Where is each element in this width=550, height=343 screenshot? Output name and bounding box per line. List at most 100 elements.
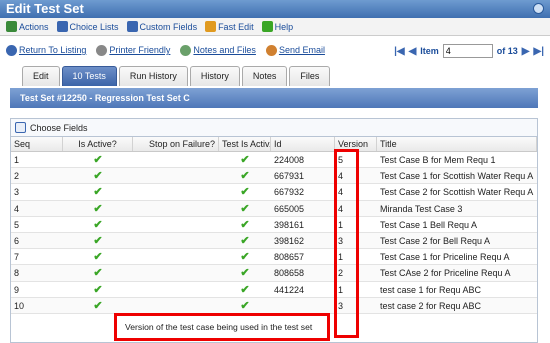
tab-files[interactable]: Files: [289, 66, 331, 86]
link-send-email[interactable]: Send Email: [265, 44, 325, 56]
title-cell[interactable]: Test Case 1 for Priceline Requ A: [377, 249, 537, 264]
choose-fields-button[interactable]: Choose Fields: [11, 119, 537, 137]
menu-item-fast-edit[interactable]: Fast Edit: [205, 21, 254, 32]
id-cell[interactable]: 808658: [271, 265, 335, 280]
checkmark-icon: ✔: [240, 170, 250, 183]
table-row[interactable]: 7 ✔ ✔ 808657 1 Test Case 1 for Priceline Requ…: [11, 249, 537, 266]
stop-on-failure-cell: [133, 184, 219, 199]
tab-10-tests[interactable]: 10 Tests: [61, 66, 117, 86]
checkmark-icon: ✔: [240, 202, 250, 215]
item-number-input[interactable]: [442, 44, 493, 58]
id-cell[interactable]: [271, 298, 335, 313]
test-is-active-cell: ✔: [219, 168, 271, 183]
id-cell[interactable]: 665005: [271, 201, 335, 216]
printer-icon: [96, 44, 108, 56]
link-label: Notes and Files: [193, 45, 256, 55]
table-row[interactable]: 6 ✔ ✔ 398162 3 Test Case 2 for Bell Requ A: [11, 232, 537, 250]
window-menu-icon[interactable]: [533, 3, 544, 14]
checkmark-icon: ✔: [93, 186, 103, 199]
menu-item-label: Choice Lists: [69, 21, 119, 32]
link-label: Printer Friendly: [109, 45, 171, 55]
grid-body: 1 ✔ ✔ 224008 5 Test Case B for Mem Requ 1 2 ✔ ✔ 6…: [11, 152, 537, 314]
last-item-icon[interactable]: ▶|: [534, 46, 545, 57]
table-row[interactable]: 1 ✔ ✔ 224008 5 Test Case B for Mem Requ 1: [11, 152, 537, 169]
stop-on-failure-cell: [133, 298, 219, 313]
seq-cell: 10: [14, 300, 25, 311]
title-cell[interactable]: Test Case B for Mem Requ 1: [377, 152, 537, 167]
title-cell[interactable]: Test Case 2 for Scottish Water Requ A: [377, 184, 537, 199]
seq-cell: 5: [14, 219, 20, 230]
checkmark-icon: ✔: [240, 234, 250, 247]
id-cell[interactable]: 667932: [271, 184, 335, 199]
seq-cell: 2: [14, 171, 20, 182]
checkmark-icon: ✔: [93, 234, 103, 247]
previous-item-icon[interactable]: ◀: [409, 46, 417, 57]
title-cell[interactable]: test case 1 for Requ ABC: [377, 282, 537, 297]
link-return-to-listing[interactable]: Return To Listing: [6, 44, 87, 56]
column-header[interactable]: Id: [271, 137, 335, 151]
tab-notes[interactable]: Notes: [241, 66, 288, 86]
column-header[interactable]: Seq: [11, 137, 63, 151]
fields-icon: [15, 122, 26, 133]
id-cell[interactable]: 398162: [271, 233, 335, 248]
id-cell[interactable]: 441224: [271, 282, 335, 297]
pencil-icon: [205, 21, 217, 32]
table-row[interactable]: 2 ✔ ✔ 667931 4 Test Case 1 for Scottish Water…: [11, 168, 537, 185]
column-header[interactable]: Is Active?: [63, 137, 133, 151]
stop-on-failure-cell: [133, 152, 219, 167]
title-cell[interactable]: Test CAse 2 for Priceline Requ A: [377, 265, 537, 280]
test-is-active-cell: ✔: [219, 184, 271, 199]
tab-run-history[interactable]: Run History: [118, 66, 188, 86]
choose-fields-label: Choose Fields: [30, 122, 88, 133]
column-header[interactable]: Stop on Failure?: [133, 137, 219, 151]
tab-history[interactable]: History: [189, 66, 240, 86]
seq-cell: 9: [14, 284, 20, 295]
title-cell[interactable]: test case 2 for Requ ABC: [377, 298, 537, 313]
next-item-icon[interactable]: ▶: [522, 46, 530, 57]
item-total: of 13: [496, 46, 518, 56]
title-cell[interactable]: Test Case 2 for Bell Requ A: [377, 233, 537, 248]
stop-on-failure-cell: [133, 265, 219, 280]
stop-on-failure-cell: [133, 201, 219, 216]
title-cell[interactable]: Test Case 1 Bell Requ A: [377, 217, 537, 232]
is-active-cell: ✔: [63, 282, 133, 297]
link-label: Return To Listing: [19, 45, 87, 55]
menu-item-help[interactable]: Help: [261, 21, 294, 32]
table-row[interactable]: 3 ✔ ✔ 667932 4 Test Case 2 for Scottish Water…: [11, 184, 537, 201]
menu-item-choice-lists[interactable]: Choice Lists: [56, 21, 119, 32]
menu-item-custom-fields[interactable]: Custom Fields: [126, 21, 197, 32]
id-cell[interactable]: 667931: [271, 168, 335, 183]
tab-strip: Edit 10 Tests Run History History Notes Files: [22, 66, 331, 86]
table-row[interactable]: 10 ✔ ✔ 3 test case 2 for Requ ABC: [11, 297, 537, 314]
link-notes-and-files[interactable]: Notes and Files: [180, 44, 256, 56]
menu-item-label: Fast Edit: [218, 21, 254, 32]
link-printer-friendly[interactable]: Printer Friendly: [96, 44, 171, 56]
id-cell[interactable]: 224008: [271, 152, 335, 167]
column-header[interactable]: Test Is Activ...: [219, 137, 271, 151]
menu-item-label: Help: [274, 21, 294, 32]
id-cell[interactable]: 808657: [271, 249, 335, 264]
is-active-cell: ✔: [63, 249, 133, 264]
menu-item-actions[interactable]: Actions: [6, 21, 49, 32]
first-item-icon[interactable]: |◀: [394, 46, 405, 57]
title-cell[interactable]: Miranda Test Case 3: [377, 201, 537, 216]
table-row[interactable]: 4 ✔ ✔ 665005 4 Miranda Test Case 3: [11, 200, 537, 217]
tab-edit[interactable]: Edit: [22, 66, 60, 86]
table-row[interactable]: 9 ✔ ✔ 441224 1 test case 1 for Requ ABC: [11, 282, 537, 298]
checkmark-icon: ✔: [93, 202, 103, 215]
checkmark-icon: ✔: [93, 170, 103, 183]
test-is-active-cell: ✔: [219, 298, 271, 313]
test-is-active-cell: ✔: [219, 201, 271, 216]
version-column-highlight: [334, 149, 359, 338]
window-title: Edit Test Set: [6, 1, 84, 16]
id-cell[interactable]: 398161: [271, 217, 335, 232]
checkmark-icon: ✔: [240, 267, 250, 280]
table-row[interactable]: 8 ✔ ✔ 808658 2 Test CAse 2 for Priceline Requ…: [11, 265, 537, 282]
test-is-active-cell: ✔: [219, 233, 271, 248]
link-label: Send Email: [278, 45, 325, 55]
stop-on-failure-cell: [133, 217, 219, 232]
test-is-active-cell: ✔: [219, 217, 271, 232]
title-cell[interactable]: Test Case 1 for Scottish Water Requ A: [377, 168, 537, 183]
column-header[interactable]: Title: [377, 137, 537, 151]
table-row[interactable]: 5 ✔ ✔ 398161 1 Test Case 1 Bell Requ A: [11, 217, 537, 233]
